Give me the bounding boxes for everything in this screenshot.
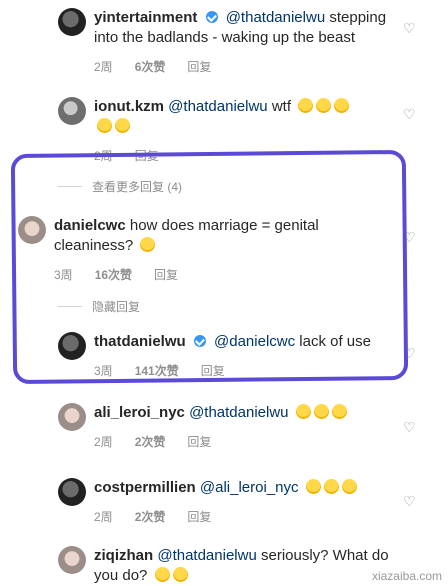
timestamp: 2周	[94, 435, 113, 449]
mention[interactable]: @thatdanielwu	[168, 98, 267, 115]
emoji-icon	[172, 567, 188, 582]
username[interactable]: ziqizhan	[94, 547, 153, 564]
emoji-icon	[323, 479, 339, 494]
avatar[interactable]	[58, 546, 86, 574]
avatar[interactable]	[58, 403, 86, 431]
emoji-icon	[154, 567, 170, 582]
username[interactable]: ali_leroi_nyc	[94, 404, 185, 421]
emoji-icon	[316, 98, 332, 113]
highlight-annotation	[10, 149, 409, 385]
mention[interactable]: @thatdanielwu	[157, 547, 256, 564]
comment-1: yintertainment @thatdanielwu stepping in…	[58, 8, 390, 75]
reply-button[interactable]: 回复	[187, 58, 211, 75]
username[interactable]: yintertainment	[94, 9, 197, 26]
emoji-icon	[115, 118, 130, 133]
comment-5: ali_leroi_nyc @thatdanielwu 2周 2次赞 回复	[58, 403, 390, 450]
emoji-icon	[341, 479, 357, 494]
watermark: xiazaiba.com	[371, 569, 442, 583]
mention[interactable]: @thatdanielwu	[226, 9, 325, 26]
avatar[interactable]	[58, 478, 86, 506]
comment-meta: 2周 2次赞 回复	[94, 508, 357, 525]
comment-text: costpermillien @ali_leroi_nyc	[94, 478, 357, 498]
verified-badge-icon	[205, 11, 218, 23]
comment-meta: 2周 2次赞 回复	[94, 433, 347, 450]
avatar[interactable]	[58, 97, 86, 125]
comment-7: ziqizhan @thatdanielwu seriously? What d…	[58, 546, 390, 586]
emoji-icon	[97, 118, 112, 133]
heart-icon[interactable]: ♡	[403, 107, 417, 121]
timestamp: 2周	[94, 510, 113, 524]
comment-body: wtf	[271, 98, 291, 115]
likes-count[interactable]: 2次赞	[135, 508, 166, 525]
avatar[interactable]	[58, 8, 86, 36]
comment-text: ali_leroi_nyc @thatdanielwu	[94, 403, 347, 423]
emoji-icon	[334, 98, 350, 113]
likes-count[interactable]: 6次赞	[135, 58, 166, 75]
heart-icon[interactable]: ♡	[403, 420, 417, 434]
heart-icon[interactable]: ♡	[403, 21, 417, 35]
username[interactable]: costpermillien	[94, 479, 196, 496]
mention[interactable]: @ali_leroi_nyc	[200, 479, 299, 496]
comment-text: ziqizhan @thatdanielwu seriously? What d…	[94, 546, 390, 586]
emoji-icon	[295, 404, 311, 419]
timestamp: 2周	[94, 60, 113, 74]
emoji-icon	[331, 404, 347, 419]
reply-button[interactable]: 回复	[187, 433, 211, 450]
comment-text: yintertainment @thatdanielwu stepping in…	[94, 8, 390, 48]
emoji-icon	[313, 404, 329, 419]
mention[interactable]: @thatdanielwu	[189, 404, 288, 421]
comment-meta: 2周 6次赞 回复	[94, 58, 390, 75]
emoji-icon	[305, 479, 321, 494]
heart-icon[interactable]: ♡	[403, 494, 417, 508]
comment-text: ionut.kzm @thatdanielwu wtf	[94, 97, 350, 137]
username[interactable]: ionut.kzm	[94, 98, 164, 115]
emoji-icon	[298, 98, 314, 113]
likes-count[interactable]: 2次赞	[135, 433, 166, 450]
reply-button[interactable]: 回复	[187, 508, 211, 525]
comment-6: costpermillien @ali_leroi_nyc 2周 2次赞 回复	[58, 478, 390, 525]
